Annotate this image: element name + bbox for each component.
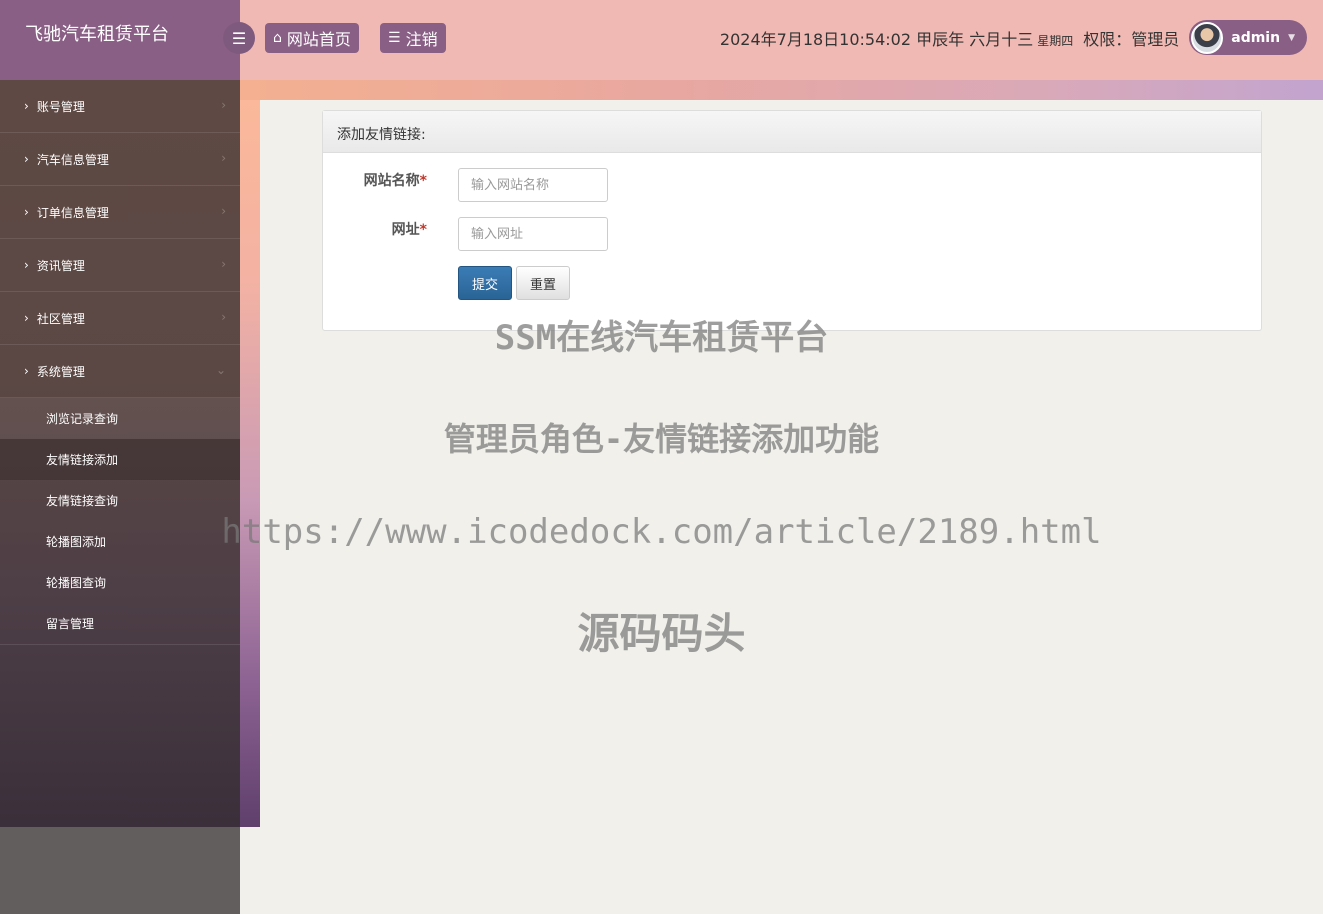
sidebar-item-cars[interactable]: › 汽车信息管理 ›	[0, 133, 240, 186]
required-mark: *	[419, 222, 427, 238]
system-submenu: 浏览记录查询 友情链接添加 友情链接查询 轮播图添加 轮播图查询 留言管理	[0, 398, 240, 645]
sidebar: › 账号管理 › › 汽车信息管理 › › 订单信息管理 › › 资讯管理 › …	[0, 80, 240, 827]
app-title: 飞驰汽车租赁平台	[0, 0, 240, 80]
sidebar-item-label: 账号管理	[36, 99, 85, 114]
url-input[interactable]	[458, 217, 608, 251]
sidebar-subitem-add-carousel[interactable]: 轮播图添加	[0, 521, 240, 562]
caret-down-icon: ▼	[1288, 32, 1295, 43]
sidebar-item-label: 社区管理	[36, 311, 85, 326]
required-mark: *	[419, 173, 427, 189]
url-label-text: 网址	[391, 222, 420, 238]
url-label: 网址*	[392, 219, 427, 239]
chevron-right-icon: ›	[24, 364, 29, 378]
sidebar-subitem-add-link[interactable]: 友情链接添加	[0, 439, 240, 480]
logout-label: 注销	[405, 30, 438, 49]
chevron-down-icon: ⌄	[215, 363, 226, 377]
sidebar-item-label: 资讯管理	[36, 258, 85, 273]
logout-button[interactable]: ☰ 注销	[380, 23, 446, 53]
site-name-row: 网站名称*	[323, 168, 1261, 202]
chevron-right-icon: ›	[24, 205, 29, 219]
sidebar-subitem-query-link[interactable]: 友情链接查询	[0, 480, 240, 521]
content-left-gradient	[240, 100, 260, 827]
sidebar-item-label: 汽车信息管理	[36, 152, 109, 167]
menu-icon: ☰	[231, 28, 247, 48]
sidebar-toggle-button[interactable]: ☰	[223, 22, 255, 54]
chevron-right-icon: ›	[221, 204, 226, 218]
sidebar-item-account[interactable]: › 账号管理 ›	[0, 80, 240, 133]
reset-button[interactable]: 重置	[516, 266, 570, 300]
sidebar-item-label: 订单信息管理	[36, 205, 109, 220]
datetime-text: 2024年7月18日10:54:02 甲辰年 六月十三	[719, 29, 1034, 49]
chevron-right-icon: ›	[24, 152, 29, 166]
chevron-right-icon: ›	[24, 99, 29, 113]
home-label: 网站首页	[286, 30, 351, 49]
sidebar-item-system[interactable]: › 系统管理 ⌄	[0, 345, 240, 398]
sidebar-footer	[0, 827, 240, 914]
sidebar-item-news[interactable]: › 资讯管理 ›	[0, 239, 240, 292]
home-button[interactable]: ⌂ 网站首页	[265, 23, 359, 53]
sidebar-subitem-query-carousel[interactable]: 轮播图查询	[0, 562, 240, 603]
chevron-right-icon: ›	[221, 257, 226, 271]
list-icon: ☰	[388, 30, 401, 46]
user-menu-button[interactable]: admin ▼	[1189, 20, 1307, 55]
avatar	[1191, 21, 1224, 54]
sidebar-item-label: 系统管理	[36, 364, 85, 379]
weekday-text: 星期四	[1037, 33, 1074, 48]
main-content: 添加友情链接: 网站名称* 网址* 提交 重置	[260, 100, 1323, 914]
header-gradient-strip	[240, 80, 1323, 100]
sidebar-subitem-browse-history[interactable]: 浏览记录查询	[0, 398, 240, 439]
chevron-right-icon: ›	[221, 98, 226, 112]
add-link-form-panel: 添加友情链接: 网站名称* 网址* 提交 重置	[322, 110, 1262, 331]
site-name-label-text: 网站名称	[363, 173, 420, 189]
panel-title: 添加友情链接:	[323, 111, 1261, 153]
sidebar-subitem-messages[interactable]: 留言管理	[0, 603, 240, 644]
chevron-right-icon: ›	[221, 151, 226, 165]
username: admin	[1231, 29, 1281, 46]
user-area: 2024年7月18日10:54:02 甲辰年 六月十三 星期四 权限：管理员 ad…	[720, 20, 1307, 55]
url-row: 网址*	[323, 217, 1261, 251]
chevron-right-icon: ›	[24, 258, 29, 272]
site-name-input[interactable]	[458, 168, 608, 202]
sidebar-item-community[interactable]: › 社区管理 ›	[0, 292, 240, 345]
datetime-display: 2024年7月18日10:54:02 甲辰年 六月十三 星期四	[720, 26, 1073, 50]
home-icon: ⌂	[273, 30, 282, 46]
chevron-right-icon: ›	[24, 311, 29, 325]
chevron-right-icon: ›	[221, 310, 226, 324]
site-name-label: 网站名称*	[364, 170, 427, 190]
permission-text: 权限：管理员	[1083, 29, 1180, 49]
submit-button[interactable]: 提交	[458, 266, 512, 300]
sidebar-item-orders[interactable]: › 订单信息管理 ›	[0, 186, 240, 239]
